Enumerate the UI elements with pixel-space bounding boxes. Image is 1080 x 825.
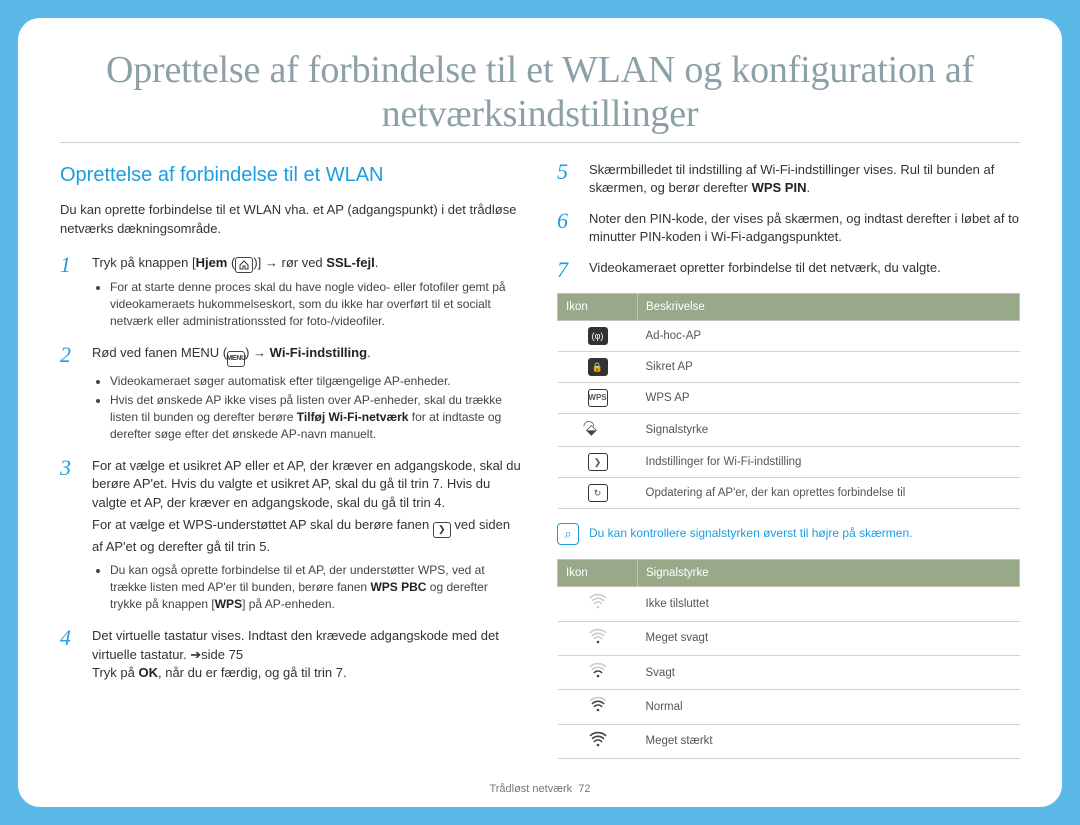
step-number: 3 xyxy=(60,457,80,615)
wps-icon: WPS xyxy=(588,389,608,407)
bullet: Videokameraet søger automatisk efter til… xyxy=(110,373,523,390)
lock-icon: 🔒 xyxy=(588,358,608,376)
step-number: 6 xyxy=(557,210,577,247)
icon-description-table: Ikon Beskrivelse (φ) Ad-hoc-AP 🔒 Sikret … xyxy=(557,293,1020,509)
th-signal: Signalstyrke xyxy=(638,560,1020,587)
footer: Trådløst netværk 72 xyxy=(18,783,1062,795)
page-title: Oprettelse af forbindelse til et WLAN og… xyxy=(60,48,1020,143)
table-row: 🔒 Sikret AP xyxy=(558,352,1020,383)
bullet: Du kan også oprette forbindelse til et A… xyxy=(110,562,523,613)
magnifier-icon: ⌕ xyxy=(557,523,579,545)
th-icon: Ikon xyxy=(558,293,638,320)
step-number: 7 xyxy=(557,259,577,281)
note: ⌕ Du kan kontrollere signalstyrken øvers… xyxy=(557,523,1020,545)
paragraph: Det virtuelle tastatur vises. Indtast de… xyxy=(92,627,523,664)
wifi-signal-icon xyxy=(558,656,638,690)
table-row: ↻ Opdatering af AP'er, der kan oprettes … xyxy=(558,478,1020,509)
paragraph: For at vælge et WPS-understøttet AP skal… xyxy=(92,516,523,556)
step-number: 4 xyxy=(60,627,80,682)
step-6: 6 Noter den PIN-kode, der vises på skærm… xyxy=(557,210,1020,247)
table-row: WPS WPS AP xyxy=(558,383,1020,414)
column-left: Oprettelse af forbindelse til et WLAN Du… xyxy=(60,161,523,773)
table-row: Ikke tilsluttet xyxy=(558,587,1020,621)
table-row: Svagt xyxy=(558,656,1020,690)
menu-icon: MENU xyxy=(227,351,245,367)
chevron-right-icon: ❯ xyxy=(433,522,451,538)
table-row: Meget stærkt xyxy=(558,724,1020,758)
table-row: Meget svagt xyxy=(558,621,1020,655)
section-heading: Oprettelse af forbindelse til et WLAN xyxy=(60,161,523,189)
wifi-signal-icon xyxy=(558,587,638,621)
paragraph: Tryk på OK, når du er færdig, og gå til … xyxy=(92,664,523,682)
step-number: 5 xyxy=(557,161,577,198)
table-row: ⬙◠ Signalstyrke xyxy=(558,414,1020,447)
note-text: Du kan kontrollere signalstyrken øverst … xyxy=(589,523,1020,545)
column-right: 5 Skærmbilledet til indstilling af Wi-Fi… xyxy=(557,161,1020,773)
table-row: (φ) Ad-hoc-AP xyxy=(558,321,1020,352)
step-1: 1 Tryk på knappen [Hjem ()] → rør ved SS… xyxy=(60,254,523,332)
home-icon xyxy=(235,257,253,273)
table-row: ❯ Indstillinger for Wi-Fi-indstilling xyxy=(558,447,1020,478)
paragraph: For at vælge et usikret AP eller et AP, … xyxy=(92,457,523,512)
wifi-signal-icon xyxy=(558,621,638,655)
bullet: For at starte denne proces skal du have … xyxy=(110,279,523,330)
adhoc-icon: (φ) xyxy=(588,327,608,345)
step-3: 3 For at vælge et usikret AP eller et AP… xyxy=(60,457,523,615)
footer-section: Trådløst netværk xyxy=(489,783,572,795)
step-number: 2 xyxy=(60,344,80,445)
chevron-right-icon: ❯ xyxy=(588,453,608,471)
columns: Oprettelse af forbindelse til et WLAN Du… xyxy=(60,161,1020,773)
step-4: 4 Det virtuelle tastatur vises. Indtast … xyxy=(60,627,523,682)
step-2: 2 Rød ved fanen MENU (MENU) → Wi-Fi-inds… xyxy=(60,344,523,445)
footer-page: 72 xyxy=(578,783,590,795)
step-body: Tryk på knappen [Hjem ()] → rør ved SSL-… xyxy=(92,254,523,332)
wifi-signal-icon xyxy=(558,690,638,724)
th-desc: Beskrivelse xyxy=(638,293,1020,320)
step-5: 5 Skærmbilledet til indstilling af Wi-Fi… xyxy=(557,161,1020,198)
th-icon: Ikon xyxy=(558,560,638,587)
refresh-icon: ↻ xyxy=(588,484,608,502)
intro-text: Du kan oprette forbindelse til et WLAN v… xyxy=(60,201,523,238)
bullet: Hvis det ønskede AP ikke vises på listen… xyxy=(110,392,523,443)
step-number: 1 xyxy=(60,254,80,332)
signal-strength-table: Ikon Signalstyrke Ikke tilsluttet Meget … xyxy=(557,559,1020,759)
page: Oprettelse af forbindelse til et WLAN og… xyxy=(18,18,1062,807)
wifi-signal-icon xyxy=(558,724,638,758)
step-7: 7 Videokameraet opretter forbindelse til… xyxy=(557,259,1020,281)
table-row: Normal xyxy=(558,690,1020,724)
